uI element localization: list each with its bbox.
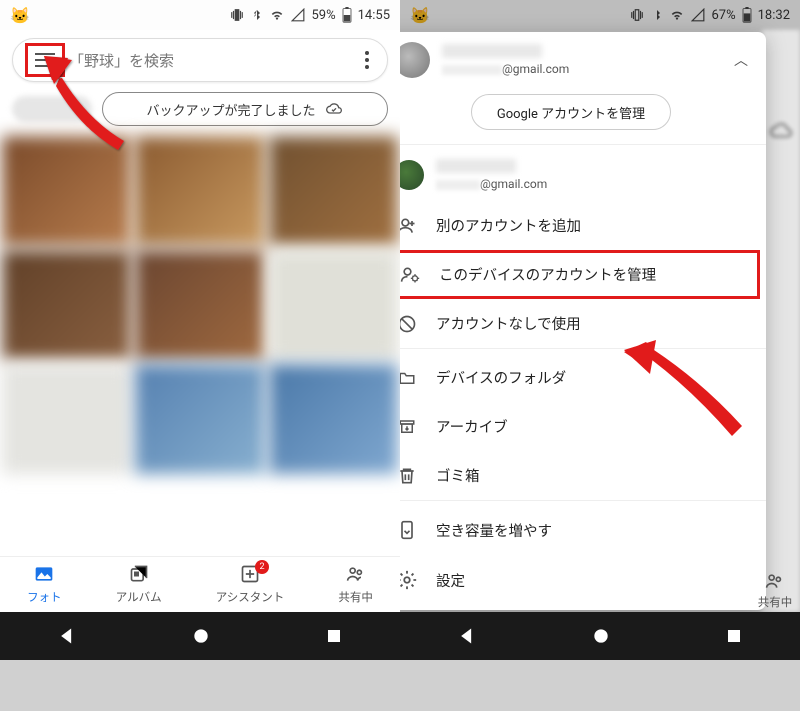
hamburger-menu-highlight [25, 43, 65, 77]
tab-sharing[interactable]: 共有中 [338, 564, 373, 605]
manage-google-account-button[interactable]: Google アカウントを管理 [471, 94, 671, 130]
nav-back-icon[interactable] [457, 626, 477, 646]
search-placeholder: 「野球」を検索 [69, 50, 359, 71]
button-label: Google アカウントを管理 [497, 103, 645, 122]
more-menu-icon[interactable] [359, 45, 375, 75]
status-bar: 🐱 59% 14:55 [0, 0, 400, 30]
background-content-blurred [762, 30, 800, 612]
menu-settings[interactable]: 設定 [400, 555, 766, 605]
android-nav-bar [0, 612, 400, 660]
photo-grid[interactable] [0, 136, 400, 474]
photo-thumbnail[interactable] [2, 250, 131, 360]
chip-row: バックアップが完了しました [0, 92, 400, 136]
background-tab-sharing: 共有中 [752, 571, 798, 610]
tab-label: アルバム [116, 589, 162, 605]
tab-label: アシスタント [216, 589, 285, 605]
screenshot-google-photos-main: 🐱 59% 14:55 「野球」を検索 バックアップが完了しました [0, 0, 400, 660]
free-space-icon [400, 519, 418, 541]
menu-trash[interactable]: ゴミ箱 [400, 451, 766, 500]
backup-chip-label: バックアップが完了しました [146, 100, 315, 119]
battery-icon [342, 7, 352, 23]
photos-icon [33, 564, 55, 584]
battery-percent: 59% [311, 8, 335, 23]
signal-icon [291, 8, 305, 22]
menu-free-space[interactable]: 空き容量を増やす [400, 505, 766, 555]
account-name-blurred [436, 159, 516, 173]
nav-home-icon[interactable] [191, 626, 211, 646]
divider [400, 348, 766, 349]
nav-recent-icon[interactable] [325, 627, 343, 645]
cloud-done-icon [770, 120, 792, 142]
folder-icon [400, 369, 418, 387]
cloud-done-icon [324, 101, 344, 117]
notification-icon: 🐱 [10, 6, 30, 25]
secondary-account-row[interactable]: @gmail.com [400, 149, 766, 201]
search-bar[interactable]: 「野球」を検索 [12, 38, 388, 82]
clock: 14:55 [358, 8, 390, 23]
menu-label: 設定 [436, 570, 465, 591]
photo-thumbnail[interactable] [269, 364, 398, 474]
menu-add-account[interactable]: 別のアカウントを追加 [400, 201, 766, 250]
sharing-icon [345, 564, 367, 584]
divider [400, 500, 766, 501]
photo-thumbnail[interactable] [269, 136, 398, 246]
menu-label: ゴミ箱 [436, 465, 480, 486]
tab-label: フォト [27, 589, 62, 605]
assistant-badge: 2 [255, 560, 269, 574]
albums-icon [128, 564, 150, 584]
tab-albums[interactable]: アルバム [116, 564, 162, 605]
menu-label: このデバイスのアカウントを管理 [439, 264, 656, 285]
screenshot-account-sheet: 🐱 67% 18:32 @gmail.com ︿ Google アカウントを管理 [400, 0, 800, 660]
avatar [400, 160, 424, 190]
menu-label: デバイスのフォルダ [436, 367, 566, 388]
photo-thumbnail[interactable] [135, 364, 264, 474]
tab-label: 共有中 [752, 594, 798, 610]
vibrate-icon [229, 8, 245, 22]
hamburger-icon[interactable] [35, 53, 55, 67]
wifi-icon [269, 8, 285, 22]
tab-photos[interactable]: フォト [27, 564, 62, 605]
no-account-icon [400, 314, 418, 334]
primary-account-row[interactable]: @gmail.com ︿ [400, 32, 766, 88]
nav-recent-icon[interactable] [725, 627, 743, 645]
bottom-tab-bar: フォト アルバム 2 アシスタント 共有中 [0, 556, 400, 612]
sharing-icon [764, 571, 786, 591]
gear-icon [400, 569, 418, 591]
divider [400, 144, 766, 145]
date-chip-blurred [12, 96, 92, 122]
menu-label: アーカイブ [436, 416, 508, 437]
nav-back-icon[interactable] [57, 626, 77, 646]
photo-thumbnail[interactable] [269, 250, 398, 360]
chevron-up-icon[interactable]: ︿ [734, 50, 748, 70]
archive-icon [400, 418, 418, 436]
menu-device-folders[interactable]: デバイスのフォルダ [400, 353, 766, 402]
photo-thumbnail[interactable] [135, 136, 264, 246]
trash-icon [400, 466, 418, 486]
person-gear-icon [400, 265, 421, 285]
tab-assistant[interactable]: 2 アシスタント [216, 564, 285, 605]
person-add-icon [400, 216, 418, 236]
photo-thumbnail[interactable] [135, 250, 264, 360]
android-nav-bar [400, 612, 800, 660]
account-name-blurred [442, 44, 542, 58]
menu-manage-device-accounts-highlight[interactable]: このデバイスのアカウントを管理 [400, 250, 760, 299]
account-email: @gmail.com [436, 177, 748, 191]
menu-label: 別のアカウントを追加 [436, 215, 581, 236]
menu-archive[interactable]: アーカイブ [400, 402, 766, 451]
photo-thumbnail[interactable] [2, 364, 131, 474]
menu-use-without-account[interactable]: アカウントなしで使用 [400, 299, 766, 348]
backup-complete-chip[interactable]: バックアップが完了しました [102, 92, 388, 126]
menu-label: 空き容量を増やす [436, 520, 552, 541]
photo-thumbnail[interactable] [2, 136, 131, 246]
account-switcher-sheet: @gmail.com ︿ Google アカウントを管理 @gmail.com … [400, 32, 766, 610]
bluetooth-icon [251, 8, 263, 22]
tab-label: 共有中 [338, 589, 373, 605]
account-email: @gmail.com [442, 62, 722, 76]
menu-label: アカウントなしで使用 [436, 313, 581, 334]
avatar [400, 42, 430, 78]
nav-home-icon[interactable] [591, 626, 611, 646]
